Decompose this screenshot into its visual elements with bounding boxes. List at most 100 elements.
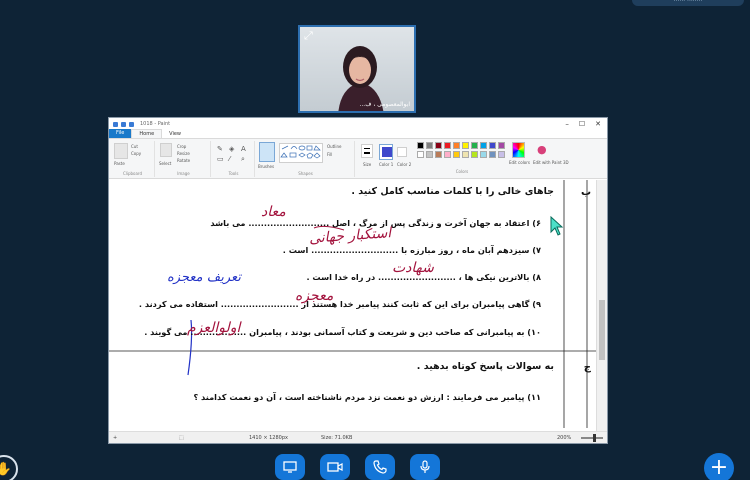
color2-label: Color 2	[397, 162, 412, 167]
camera-participant-name: ابوالمعصومی ، ف...	[359, 101, 410, 108]
status-size: Size: 71.0KB	[321, 435, 353, 441]
minimize-icon[interactable]: –	[565, 120, 569, 128]
shapes-group: Brushes Outline Fill Shapes	[257, 141, 355, 177]
paint-canvas[interactable]: ب جاهای خالی را با کلمات مناسب کامل کنید…	[109, 180, 597, 432]
color-swatch[interactable]	[417, 142, 424, 149]
clipboard-group: Paste Cut Copy Clipboard	[111, 141, 155, 177]
paste-icon[interactable]	[114, 143, 128, 159]
paint3d-icon[interactable]: ●	[537, 143, 549, 157]
brushes-button[interactable]	[259, 142, 275, 162]
color-swatch[interactable]	[462, 142, 469, 149]
colors-label: Colors	[455, 169, 469, 174]
outline-button[interactable]: Outline	[327, 144, 341, 149]
call-button[interactable]	[365, 454, 395, 480]
tab-home[interactable]: Home	[131, 129, 163, 138]
paint-titlebar: 1018 - Paint – ☐ ✕	[109, 118, 607, 130]
edit-colors-label: Edit colors	[509, 160, 530, 165]
color-swatch[interactable]	[498, 142, 505, 149]
color-swatch[interactable]	[489, 142, 496, 149]
color-palette	[417, 142, 507, 162]
color-swatch[interactable]	[498, 151, 505, 158]
answer-8: شهادت	[392, 260, 434, 276]
text-icon[interactable]: A	[241, 145, 246, 153]
select-icon[interactable]	[160, 143, 172, 157]
magnifier-icon[interactable]: ⌕	[241, 155, 245, 164]
size-color-group: Size Color 1 Color 2	[357, 141, 417, 177]
ribbon: Paste Cut Copy Clipboard Select Crop Res…	[109, 139, 607, 179]
color-swatch[interactable]	[480, 151, 487, 158]
status-bar: + ⬚ 1410 × 1280px Size: 71.0KB 200%	[109, 431, 607, 443]
screen-share-icon	[283, 461, 297, 473]
question-7: ۷) سیزدهم آبان ماه ، روز مبارزه با .....…	[282, 245, 541, 255]
image-label: Image	[177, 171, 190, 176]
select-label: Select	[159, 161, 172, 166]
tab-view[interactable]: View	[162, 130, 188, 138]
color-swatch[interactable]	[435, 151, 442, 158]
color-swatch[interactable]	[471, 151, 478, 158]
color-swatch[interactable]	[417, 151, 424, 158]
shapes-gallery[interactable]	[279, 143, 323, 163]
color-swatch[interactable]	[435, 142, 442, 149]
color-swatch[interactable]	[462, 151, 469, 158]
shapes-gallery-icons	[280, 145, 321, 159]
vertical-scrollbar[interactable]	[596, 180, 607, 432]
mouse-cursor	[550, 216, 564, 236]
microphone-button[interactable]	[410, 454, 440, 480]
zoom-slider-knob[interactable]	[593, 434, 596, 442]
section-b-letter: ب	[580, 187, 591, 198]
participant-name-pill[interactable]: ........ ......	[632, 0, 744, 6]
color-swatch[interactable]	[453, 151, 460, 158]
size-button[interactable]	[361, 144, 373, 158]
color-swatch[interactable]	[471, 142, 478, 149]
expand-icon[interactable]: ⤢	[304, 30, 313, 41]
side-note: تعریف معجزه	[167, 270, 241, 285]
zoom-slider[interactable]	[581, 437, 603, 439]
camera-button[interactable]	[320, 454, 350, 480]
fill-button[interactable]: Fill	[327, 152, 332, 157]
crop-button[interactable]: Crop	[177, 144, 186, 149]
paint-window[interactable]: 1018 - Paint – ☐ ✕ File Home View Paste …	[108, 117, 608, 444]
camera-tile[interactable]: ⤢ ابوالمعصومی ، ف...	[298, 25, 416, 113]
color-swatch[interactable]	[489, 151, 496, 158]
image-group: Select Crop Resize Rotate Image	[157, 141, 211, 177]
answer-6: معاد	[261, 204, 286, 220]
color-swatch[interactable]	[480, 142, 487, 149]
eraser-icon[interactable]: ▭	[217, 155, 224, 163]
size-label: Size	[363, 162, 372, 167]
resize-button[interactable]: Resize	[177, 151, 190, 156]
selection-icon: ⬚	[179, 435, 184, 441]
picker-icon[interactable]: ⁄	[229, 155, 230, 163]
edit-colors-button[interactable]	[512, 142, 525, 158]
color-swatch[interactable]	[426, 151, 433, 158]
fill-icon[interactable]: ◈	[229, 145, 234, 153]
brushes-label: Brushes	[258, 164, 275, 169]
color-swatch[interactable]	[444, 142, 451, 149]
color-swatch[interactable]	[444, 151, 451, 158]
zoom-level: 200%	[557, 435, 572, 441]
add-button[interactable]: +	[704, 453, 734, 480]
microphone-icon	[420, 460, 430, 473]
quick-access-toolbar[interactable]	[113, 121, 134, 127]
tab-file[interactable]: File	[109, 129, 132, 138]
ribbon-tabs: File Home View	[109, 129, 607, 139]
close-icon[interactable]: ✕	[595, 120, 601, 128]
rotate-button[interactable]: Rotate	[177, 158, 190, 163]
tools-group: ✎ ◈ A ▭ ⁄ ⌕ Tools	[213, 141, 255, 177]
tools-label: Tools	[228, 171, 239, 176]
color1-button[interactable]	[379, 144, 393, 160]
pencil-icon[interactable]: ✎	[217, 145, 223, 153]
copy-button[interactable]: Copy	[131, 151, 141, 156]
hand-icon[interactable]: ✋	[0, 455, 18, 480]
color1-label: Color 1	[379, 162, 394, 167]
status-dimensions: 1410 × 1280px	[249, 435, 288, 441]
color-swatch[interactable]	[426, 142, 433, 149]
maximize-icon[interactable]: ☐	[579, 120, 585, 128]
clipboard-label: Clipboard	[122, 171, 143, 176]
color-swatch[interactable]	[453, 142, 460, 149]
screen-share-button[interactable]	[275, 454, 305, 480]
color2-button[interactable]	[397, 147, 407, 157]
scrollbar-thumb[interactable]	[599, 300, 605, 360]
cut-button[interactable]: Cut	[131, 144, 138, 149]
question-9: ۹) گاهی پیامبران برای این که ثابت کنند پ…	[138, 299, 541, 309]
section-c-letter: ج	[583, 362, 591, 373]
